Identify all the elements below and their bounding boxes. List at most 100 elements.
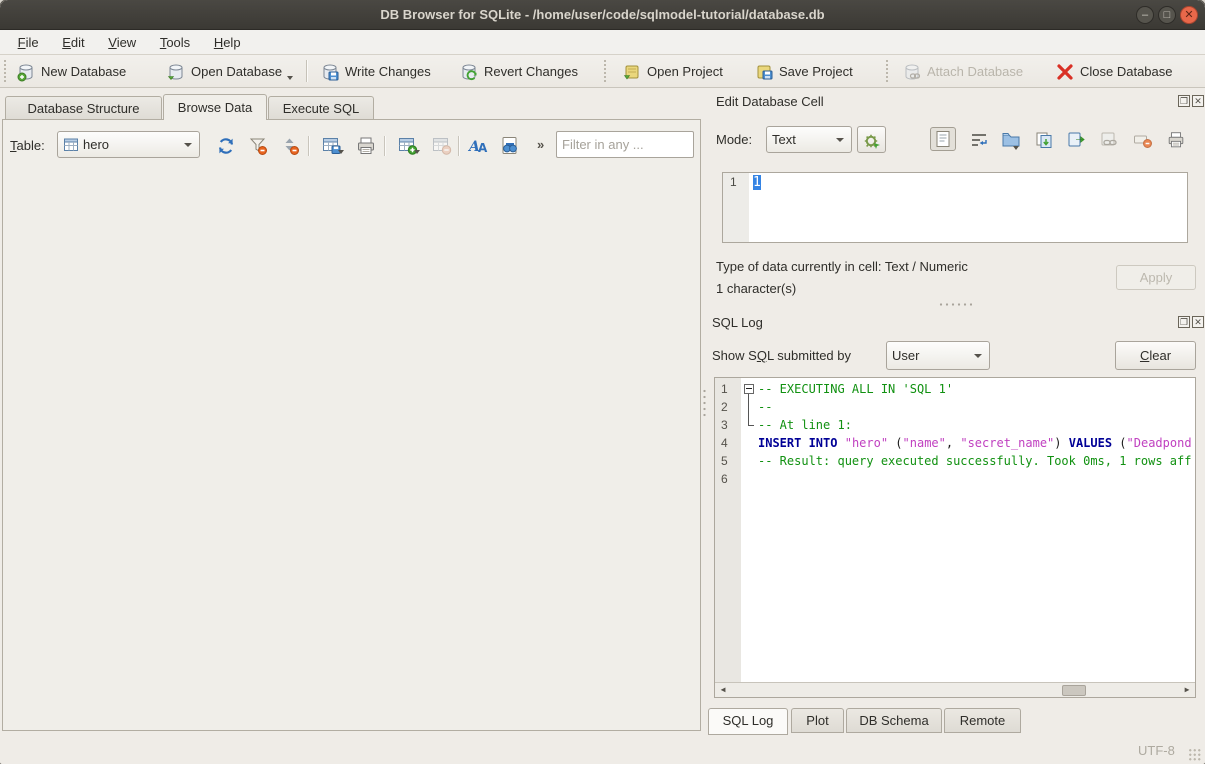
find-icon <box>499 135 521 157</box>
open-database-icon <box>166 62 186 82</box>
export-table-button[interactable] <box>316 133 348 159</box>
sql-log-title: SQL Log <box>712 315 763 330</box>
cell-editor[interactable]: 1 1 <box>722 172 1188 243</box>
gear-icon <box>863 132 881 150</box>
menu-help[interactable]: Help <box>204 30 251 55</box>
export-data-button[interactable] <box>1031 128 1057 152</box>
menu-view[interactable]: View <box>98 30 146 55</box>
scrollbar-thumb[interactable] <box>1062 685 1086 696</box>
tab-browse-data[interactable]: Browse Data <box>163 94 267 120</box>
menu-bar: File Edit View Tools Help <box>0 30 1205 55</box>
auto-apply-button[interactable] <box>857 126 886 153</box>
new-database-button[interactable]: New Database <box>12 58 130 85</box>
close-database-icon <box>1055 62 1075 82</box>
close-button[interactable]: ✕ <box>1180 6 1198 24</box>
sql-log-filter-label: Show SQL submitted by <box>712 348 851 363</box>
cell-size-info: 1 character(s) <box>716 281 796 296</box>
resize-grip[interactable] <box>1188 748 1201 761</box>
attach-database-label: Attach Database <box>927 64 1023 79</box>
cell-editor-gutter: 1 <box>723 173 749 242</box>
sql-log-lines: 1-- EXECUTING ALL IN 'SQL 1'2--3-- At li… <box>715 380 1195 682</box>
sql-log-close-icon[interactable]: ✕ <box>1192 316 1204 328</box>
word-wrap-button[interactable] <box>966 128 992 152</box>
bottom-tab-db-schema[interactable]: DB Schema <box>846 708 942 733</box>
clear-filters-button[interactable] <box>244 133 272 159</box>
tab-execute-sql[interactable]: Execute SQL <box>268 96 374 119</box>
save-project-button[interactable]: Save Project <box>750 58 857 85</box>
find-in-table-button[interactable] <box>496 133 524 159</box>
edit-display-format-button[interactable]: AA <box>464 133 492 159</box>
clear-filters-icon <box>247 135 269 157</box>
menu-file[interactable]: File <box>8 30 49 55</box>
save-project-label: Save Project <box>779 64 853 79</box>
import-data-button[interactable] <box>998 128 1024 152</box>
refresh-icon <box>215 135 237 157</box>
insert-record-button[interactable] <box>392 133 424 159</box>
open-project-icon <box>622 62 642 82</box>
menu-tools[interactable]: Tools <box>150 30 200 55</box>
edit-cell-close-icon[interactable]: ✕ <box>1192 95 1204 107</box>
revert-changes-button[interactable]: Revert Changes <box>455 58 582 85</box>
mode-selector[interactable]: Text <box>766 126 852 153</box>
sql-log-hscrollbar[interactable]: ◀ ▶ <box>715 682 1195 697</box>
close-database-button[interactable]: Close Database <box>1051 58 1177 85</box>
horizontal-splitter-handle[interactable] <box>938 303 972 306</box>
menu-edit[interactable]: Edit <box>52 30 94 55</box>
printer-icon <box>355 135 377 157</box>
table-icon <box>63 137 79 153</box>
open-project-button[interactable]: Open Project <box>618 58 727 85</box>
bottom-tab-plot[interactable]: Plot <box>791 708 844 733</box>
mode-label: Mode: <box>716 132 752 147</box>
sql-log-float-icon[interactable]: ❐ <box>1178 316 1190 328</box>
print-cell-button[interactable] <box>1163 128 1189 152</box>
apply-button: Apply <box>1116 265 1196 290</box>
refresh-button[interactable] <box>212 133 240 159</box>
new-database-icon <box>16 62 36 82</box>
link-data-button <box>1097 128 1123 152</box>
minimize-button[interactable]: – <box>1136 6 1154 24</box>
bottom-tab-sql-log[interactable]: SQL Log <box>708 708 788 735</box>
table-selector[interactable]: hero <box>57 131 200 158</box>
open-external-icon <box>1067 131 1087 149</box>
window-title: DB Browser for SQLite - /home/user/code/… <box>0 0 1205 30</box>
open-project-label: Open Project <box>647 64 723 79</box>
maximize-button[interactable]: □ <box>1158 6 1176 24</box>
text-mode-button[interactable] <box>930 127 956 151</box>
toolbar-drag-handle[interactable] <box>604 60 607 82</box>
encoding-label: UTF-8 <box>1138 743 1175 758</box>
write-changes-button[interactable]: Write Changes <box>316 58 435 85</box>
save-as-icon <box>1035 131 1053 149</box>
cell-type-info: Type of data currently in cell: Text / N… <box>716 259 968 274</box>
attach-database-icon <box>902 62 922 82</box>
new-database-label: New Database <box>41 64 126 79</box>
scroll-right-icon[interactable]: ▶ <box>1180 683 1194 697</box>
clear-log-button[interactable]: Clear <box>1115 341 1196 370</box>
save-project-icon <box>754 62 774 82</box>
bottom-tab-remote[interactable]: Remote <box>944 708 1021 733</box>
delete-record-icon <box>431 135 453 157</box>
edit-cell-float-icon[interactable]: ❐ <box>1178 95 1190 107</box>
revert-changes-icon <box>459 62 479 82</box>
title-bar[interactable]: DB Browser for SQLite - /home/user/code/… <box>0 0 1205 30</box>
link-icon <box>1100 131 1120 149</box>
svg-text:A: A <box>478 141 488 155</box>
vertical-splitter-handle[interactable] <box>703 388 706 420</box>
open-in-external-button[interactable] <box>1064 128 1090 152</box>
write-changes-icon <box>320 62 340 82</box>
tab-database-structure[interactable]: Database Structure <box>5 96 162 119</box>
delete-record-button <box>428 133 456 159</box>
filter-any-input[interactable] <box>556 131 694 158</box>
scroll-left-icon[interactable]: ◀ <box>716 683 730 697</box>
sql-log-filter-selector[interactable]: User <box>886 341 990 370</box>
toolbar-overflow-chevron[interactable]: » <box>537 137 544 152</box>
toolbar-drag-handle[interactable] <box>886 60 889 82</box>
open-database-button[interactable]: Open Database <box>162 58 297 85</box>
browse-data-panel <box>2 119 701 731</box>
print-table-button[interactable] <box>352 133 380 159</box>
toolbar-drag-handle[interactable] <box>4 60 7 82</box>
sql-log-editor[interactable]: 1-- EXECUTING ALL IN 'SQL 1'2--3-- At li… <box>714 377 1196 698</box>
word-wrap-icon <box>970 132 988 148</box>
mode-selector-value: Text <box>772 132 796 147</box>
clear-sorting-button[interactable] <box>276 133 304 159</box>
open-database-dropdown-caret[interactable] <box>287 76 293 80</box>
